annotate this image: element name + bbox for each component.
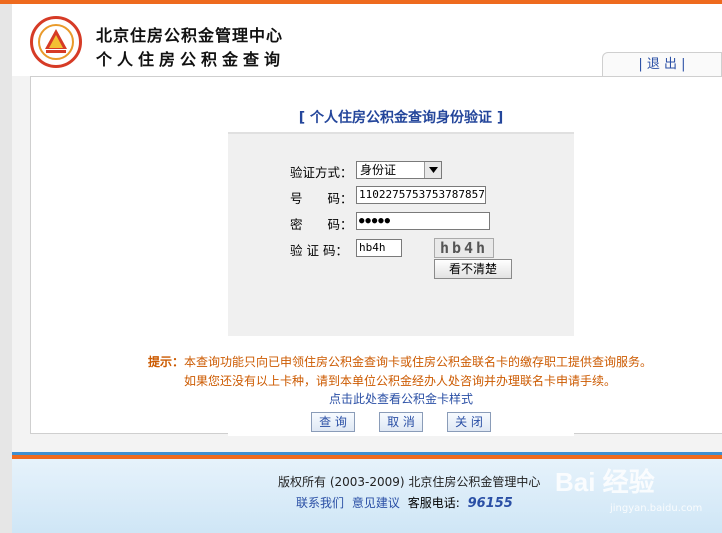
footer-links: 联系我们 意见建议 客服电话: 96155 bbox=[296, 494, 513, 511]
page-subtitle: 个人住房公积金查询 bbox=[96, 50, 286, 69]
form-button-bar: 查 询 取 消 关 闭 bbox=[228, 410, 574, 436]
number-input[interactable]: 11022757537537878578378 bbox=[356, 186, 486, 204]
captcha-label: 验 证 码： bbox=[290, 243, 348, 258]
logout-button[interactable]: | 退 出 | bbox=[602, 52, 722, 77]
captcha-image: hb4h bbox=[434, 238, 494, 258]
tip-text1: 本查询功能只向已申领住房公积金查询卡或住房公积金联名卡的缴存职工提供查询服务。 bbox=[184, 355, 653, 369]
method-select-value: 身份证 bbox=[360, 163, 397, 177]
number-label: 号 码： bbox=[290, 191, 353, 206]
cancel-button[interactable]: 取 消 bbox=[379, 412, 423, 432]
baidu-watermark: Bai 经验 bbox=[555, 467, 655, 497]
chevron-down-icon[interactable] bbox=[424, 162, 441, 178]
password-label: 密 码： bbox=[290, 217, 353, 232]
verification-form: [ 个人住房公积金查询身份验证 ] 验证方式： 身份证 号 码： 1102275… bbox=[228, 104, 574, 436]
refresh-captcha-button[interactable]: 看不清楚 bbox=[434, 259, 512, 279]
tip-label: 提示： bbox=[148, 355, 185, 369]
phone-label: 客服电话: bbox=[407, 496, 460, 510]
contact-link[interactable]: 联系我们 bbox=[296, 496, 344, 510]
copyright-text: 版权所有 (2003-2009) 北京住房公积金管理中心 bbox=[278, 475, 541, 489]
password-input[interactable]: ●●●●● bbox=[356, 212, 490, 230]
logo-icon bbox=[30, 16, 82, 68]
page-header: 北京住房公积金管理中心 个人住房公积金查询 | 退 出 | bbox=[12, 4, 722, 77]
tip-line1: 提示：本查询功能只向已申领住房公积金查询卡或住房公积金联名卡的缴存职工提供查询服… bbox=[148, 353, 652, 370]
method-select[interactable]: 身份证 bbox=[356, 161, 442, 179]
close-button[interactable]: 关 闭 bbox=[447, 412, 491, 432]
card-sample-link[interactable]: 点击此处查看公积金卡样式 bbox=[329, 390, 473, 407]
phone-number: 96155 bbox=[467, 496, 513, 511]
left-margin bbox=[0, 4, 12, 533]
tip-line2: 如果您还没有以上卡种，请到本单位公积金经办人处咨询并办理联名卡申请手续。 bbox=[184, 374, 617, 388]
method-label: 验证方式： bbox=[290, 165, 353, 180]
captcha-input[interactable]: hb4h bbox=[356, 239, 402, 257]
query-button[interactable]: 查 询 bbox=[311, 412, 355, 432]
org-title: 北京住房公积金管理中心 bbox=[96, 26, 284, 45]
form-title: [ 个人住房公积金查询身份验证 ] bbox=[228, 104, 574, 134]
watermark-url: jingyan.baidu.com bbox=[610, 503, 703, 514]
feedback-link[interactable]: 意见建议 bbox=[352, 496, 400, 510]
